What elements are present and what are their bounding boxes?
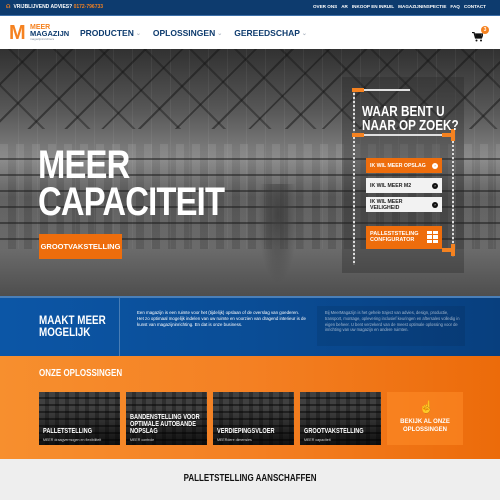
nav-oplossingen[interactable]: OPLOSSINGEN ⌄ (153, 28, 222, 38)
divider (119, 298, 120, 358)
intro-title: MAAKT MEER MOGELIJK (39, 314, 106, 338)
panel-title-line2: NAAR OP ZOEK? (362, 117, 459, 134)
nav-producten[interactable]: PRODUCTEN ⌄ (80, 28, 141, 38)
arrow-right-circle-icon: › (432, 182, 438, 189)
choice-label: IK WIL MEER OPSLAG (370, 162, 426, 169)
purchase-section: PALLETSTELLING AANSCHAFFEN (0, 459, 500, 500)
card-subtitle: MEERdere dimensies (217, 438, 252, 442)
top-link-ar[interactable]: AR (341, 4, 348, 9)
intro-aside-paragraph: Bij MeerMagazijn is het gehele traject v… (325, 310, 460, 333)
logo-mark-icon: M (9, 22, 26, 44)
see-all-label: BEKIJK AL ONZE OPLOSSINGEN (387, 418, 463, 434)
headset-icon: ☊ (6, 4, 11, 10)
rack-beam-middle (355, 134, 452, 136)
top-link-faq[interactable]: FAQ (450, 4, 459, 9)
card-title-line: OPTIMALE AUTOBANDE (130, 421, 196, 428)
card-title-line: NOPSLAG (130, 428, 158, 435)
hero-banner: MEER CAPACITEIT GROOTVAKSTELLING WAAR BE… (0, 49, 500, 296)
card-title: GROOTVAKSTELLING (304, 428, 364, 435)
intro-title-line2: MOGELIJK (39, 325, 91, 339)
cart-icon (472, 31, 484, 42)
chevron-down-icon: ⌄ (135, 30, 141, 37)
hero-title-line1: MEER (38, 143, 130, 187)
top-link-contact[interactable]: CONTACT (464, 4, 486, 9)
solutions-section: ONZE OPLOSSINGEN PALLETSTELLING MEER dra… (0, 356, 500, 459)
advice-contact[interactable]: ☊ VRIJBLIJVEND ADVIES? 0172-796733 (6, 4, 103, 10)
top-link-inspectie[interactable]: MAGAZIJNINSPECTIE (398, 4, 446, 9)
nav-label: OPLOSSINGEN (152, 28, 216, 38)
hero-title: MEER CAPACITEIT (38, 143, 225, 224)
logo[interactable]: M MEER MAGAZIJN magazijninrichters (9, 22, 69, 44)
top-link-inkoop[interactable]: INKOOP EN INRUIL (352, 4, 394, 9)
hero-title-line2: CAPACITEIT (38, 180, 225, 224)
choice-label: IK WIL MEER VEILIGHEID (370, 198, 403, 211)
rack-bracket (352, 88, 364, 92)
nav-label: PRODUCTEN (80, 28, 134, 38)
hero-cta-button[interactable]: GROOTVAKSTELLING (39, 234, 122, 259)
top-link-over-ons[interactable]: OVER ONS (313, 4, 337, 9)
tap-hand-icon: ☝ (419, 400, 434, 414)
solution-card-bandenstelling[interactable]: BANDENSTELLING VOOR OPTIMALE AUTOBANDE N… (126, 392, 207, 445)
top-bar: ☊ VRIJBLIJVEND ADVIES? 0172-796733 OVER O… (0, 0, 500, 16)
arrow-right-circle-icon: › (432, 201, 438, 208)
card-title-line: BANDENSTELLING VOOR (130, 414, 200, 421)
intro-section: MAAKT MEER MOGELIJK Een magazijn is een … (0, 296, 500, 358)
choice-label: IK WIL MEER M2 (370, 182, 412, 189)
advice-label: VRIJBLIJVEND ADVIES? (13, 4, 73, 10)
card-subtitle: MEER capaciteit (304, 438, 331, 442)
see-all-solutions-button[interactable]: ☝ BEKIJK AL ONZE OPLOSSINGEN (387, 392, 463, 445)
card-subtitle: MEER controle (130, 438, 155, 442)
hero-background-person (258, 184, 298, 284)
see-all-line2: OPLOSSINGEN (402, 427, 447, 433)
main-nav: PRODUCTEN ⌄ OPLOSSINGEN ⌄ GEREEDSCHAP ⌄ (80, 28, 307, 38)
logo-tagline: magazijninrichters (30, 37, 55, 41)
intro-paragraph: Een magazijn is een ruimte voor het (tij… (137, 310, 306, 327)
cart-count-badge: 3 (481, 26, 489, 34)
configurator-button[interactable]: PALLESTSTELING CONFIGURATOR (366, 226, 442, 249)
solution-card-palletstelling[interactable]: PALLETSTELLING MEER draagvermogen en fle… (39, 392, 120, 445)
main-header: M MEER MAGAZIJN magazijninrichters PRODU… (0, 16, 500, 49)
phone-number[interactable]: 0172-796733 (74, 4, 103, 10)
purchase-title: PALLETSTELLING AANSCHAFFEN (0, 473, 500, 484)
solutions-title: ONZE OPLOSSINGEN (39, 368, 123, 379)
choice-meer-m2[interactable]: IK WIL MEER M2 › (366, 178, 442, 193)
arrow-right-circle-icon: › (432, 162, 438, 169)
grid-icon (427, 231, 438, 243)
card-title: BANDENSTELLING VOOR OPTIMALE AUTOBANDE N… (130, 414, 200, 435)
see-all-line1: BEKIJK AL ONZE (400, 419, 450, 425)
rack-upright-right (452, 133, 454, 257)
purchase-title-text: PALLETSTELLING AANSCHAFFEN (183, 473, 317, 484)
rack-bracket (451, 244, 455, 256)
card-title: VERDIEPINGSVLOER (217, 428, 275, 435)
card-title: PALLETSTELLING (43, 428, 93, 435)
solution-card-verdiepingsvloer[interactable]: VERDIEPINGSVLOER MEERdere dimensies (213, 392, 294, 445)
search-panel-title: WAAR BENT U NAAR OP ZOEK? (362, 104, 459, 134)
solution-card-grootvakstelling[interactable]: GROOTVAKSTELLING MEER capaciteit (300, 392, 381, 445)
choice-meer-opslag[interactable]: IK WIL MEER OPSLAG › (366, 158, 442, 173)
top-links: OVER ONS AR INKOOP EN INRUIL MAGAZIJNINS… (313, 4, 486, 9)
chevron-down-icon: ⌄ (301, 30, 307, 37)
card-subtitle: MEER draagvermogen en flexibiliteit (43, 438, 102, 442)
chevron-down-icon: ⌄ (217, 30, 223, 37)
choice-meer-veiligheid[interactable]: IK WIL MEER VEILIGHEID › (366, 197, 442, 212)
rack-upright-left (353, 89, 355, 265)
nav-label: GEREEDSCHAP (234, 28, 300, 38)
nav-gereedschap[interactable]: GEREEDSCHAP ⌄ (234, 28, 307, 38)
